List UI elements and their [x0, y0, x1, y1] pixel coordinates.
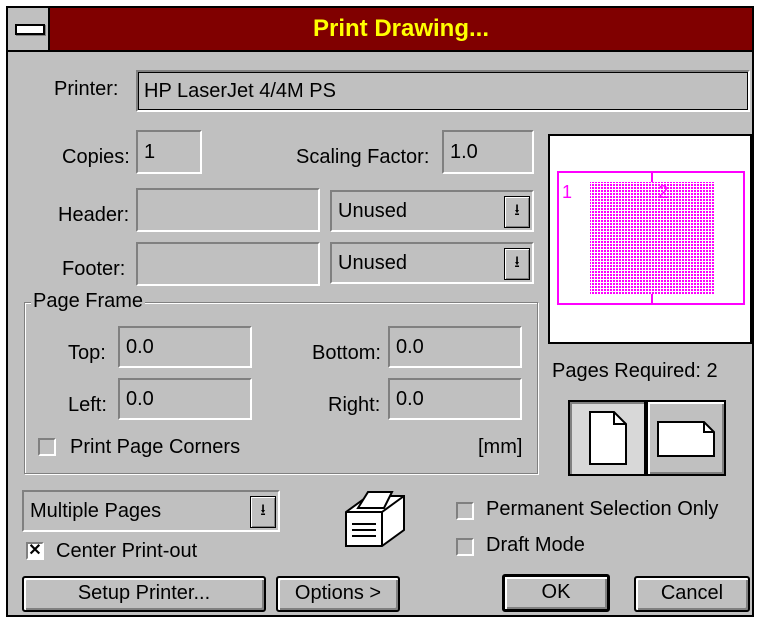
printer-label: Printer: — [54, 78, 119, 100]
footer-input[interactable] — [136, 242, 320, 286]
left-margin-label: Left: — [68, 394, 107, 416]
print-page-corners-label: Print Page Corners — [70, 436, 241, 458]
scaling-factor-label: Scaling Factor: — [296, 146, 430, 168]
setup-printer-button[interactable]: Setup Printer... — [22, 576, 266, 612]
landscape-page-icon — [657, 421, 715, 457]
landscape-button[interactable] — [646, 400, 726, 476]
draft-mode-label: Draft Mode — [486, 534, 585, 556]
printer-icon — [345, 491, 405, 547]
footer-position-value: Unused — [338, 252, 407, 274]
page-frame-caption: Page Frame — [31, 290, 146, 313]
right-margin-label: Right: — [328, 394, 381, 416]
top-margin-input[interactable]: 0.0 — [118, 326, 252, 368]
permanent-selection-checkbox[interactable] — [456, 502, 474, 520]
dropdown-arrow-icon[interactable]: ⭳ — [504, 248, 530, 280]
bottom-margin-label: Bottom: — [312, 342, 381, 364]
page-1-number: 1 — [562, 182, 573, 202]
permanent-selection-label: Permanent Selection Only — [486, 498, 719, 520]
draft-mode-checkbox[interactable] — [456, 538, 474, 556]
header-input[interactable] — [136, 188, 320, 232]
cancel-button[interactable]: Cancel — [634, 576, 750, 612]
system-menu-icon[interactable] — [8, 8, 50, 50]
unit-label: [mm] — [478, 436, 523, 458]
center-printout-checkbox[interactable]: ✕ — [26, 542, 44, 560]
preview-drawing — [557, 171, 745, 305]
print-drawing-dialog: Print Drawing... Printer: HP LaserJet 4/… — [6, 6, 754, 617]
portrait-page-icon — [589, 411, 627, 465]
ok-button[interactable]: OK — [502, 574, 610, 612]
top-margin-label: Top: — [68, 342, 106, 364]
print-page-corners-checkbox[interactable] — [38, 438, 56, 456]
window-title: Print Drawing... — [312, 15, 489, 42]
pages-required-label: Pages Required: 2 — [552, 360, 718, 382]
page-mode-dropdown[interactable]: Multiple Pages ⭳ — [22, 490, 280, 532]
title-bar[interactable]: Print Drawing... — [8, 8, 752, 52]
footer-position-dropdown[interactable]: Unused ⭳ — [330, 242, 534, 284]
drawing-area — [590, 182, 714, 294]
copies-input[interactable]: 1 — [136, 130, 202, 174]
scaling-factor-input[interactable]: 1.0 — [442, 130, 534, 174]
dropdown-arrow-icon[interactable]: ⭳ — [250, 496, 276, 528]
page-preview: 1 2 — [548, 134, 752, 344]
header-position-value: Unused — [338, 200, 407, 222]
right-margin-input[interactable]: 0.0 — [388, 378, 522, 420]
portrait-button[interactable] — [568, 400, 646, 476]
copies-label: Copies: — [62, 146, 130, 168]
page-2-number: 2 — [658, 182, 669, 202]
page-mode-value: Multiple Pages — [30, 500, 162, 522]
header-label: Header: — [58, 204, 130, 226]
center-printout-label: Center Print-out — [56, 540, 198, 562]
options-button[interactable]: Options > — [276, 576, 400, 612]
dropdown-arrow-icon[interactable]: ⭳ — [504, 196, 530, 228]
bottom-margin-input[interactable]: 0.0 — [388, 326, 522, 368]
printer-name-field: HP LaserJet 4/4M PS — [136, 70, 750, 112]
footer-label: Footer: — [62, 258, 126, 280]
header-position-dropdown[interactable]: Unused ⭳ — [330, 190, 534, 232]
left-margin-input[interactable]: 0.0 — [118, 378, 252, 420]
